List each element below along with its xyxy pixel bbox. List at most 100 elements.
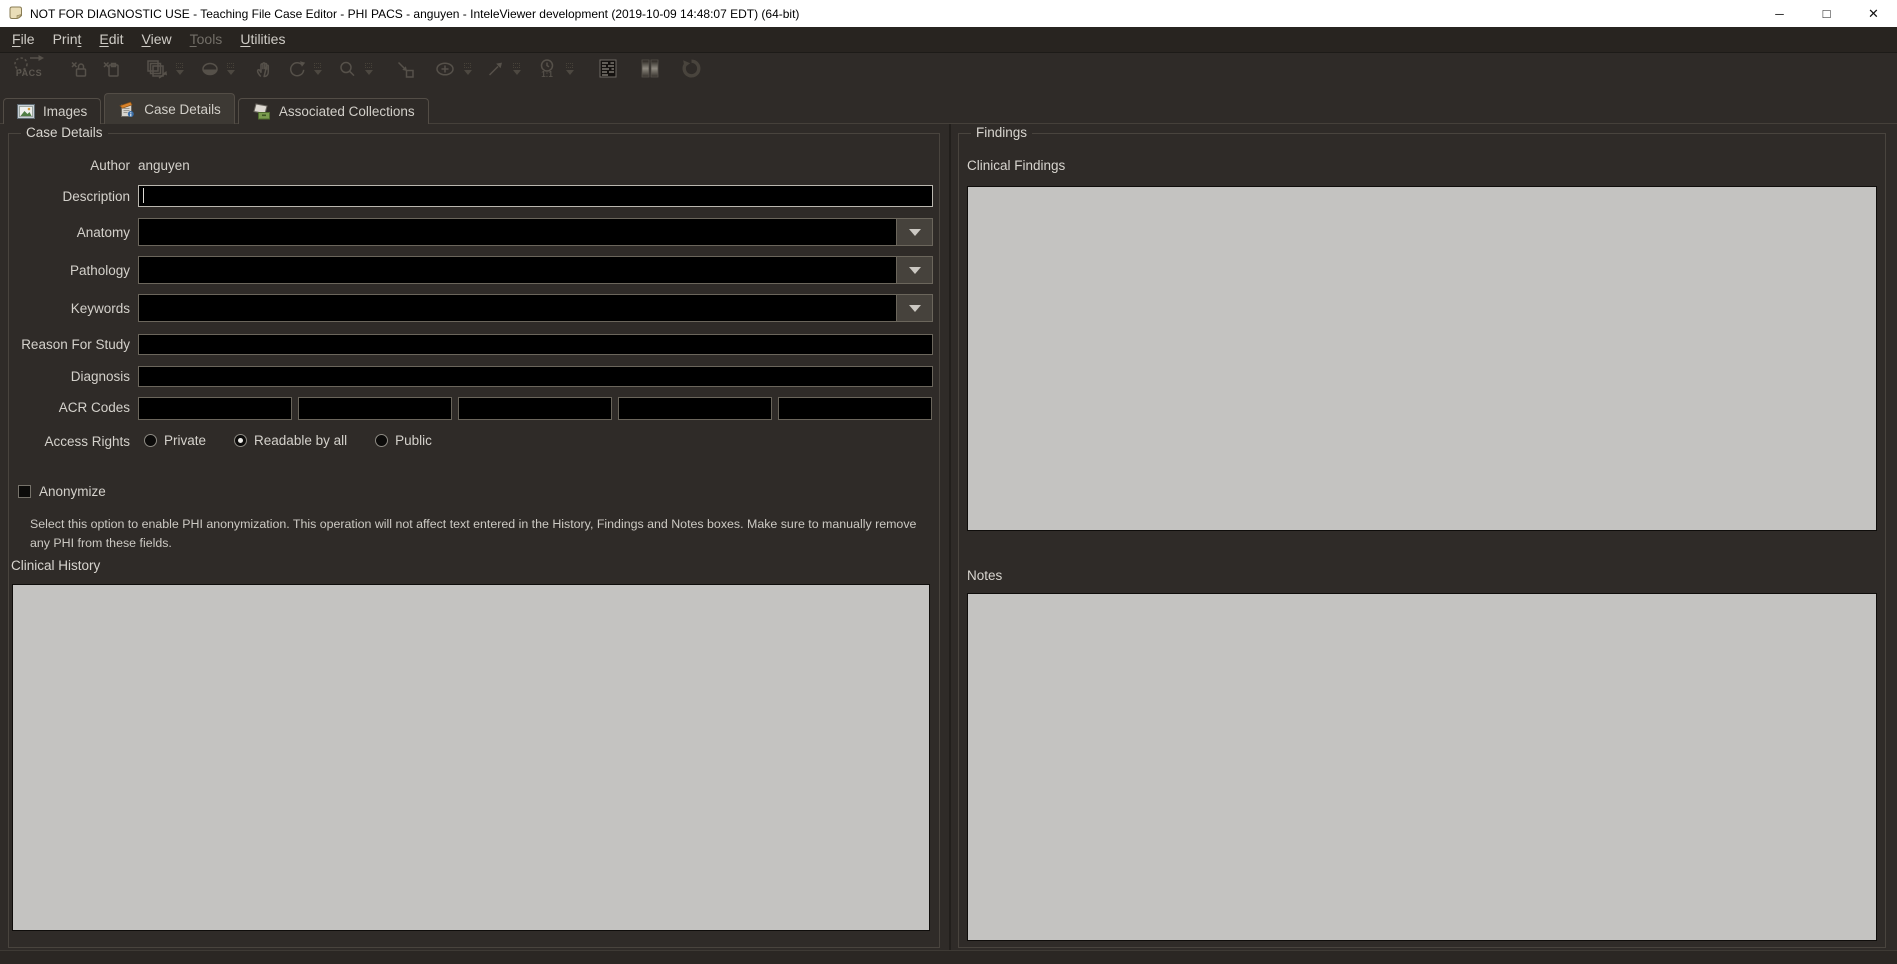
pan-button[interactable] (250, 55, 278, 83)
lock-x-icon (69, 59, 89, 79)
roi-dropdown-button[interactable] (460, 56, 475, 82)
arrow-annotation-icon (485, 59, 505, 79)
notes-textarea[interactable] (967, 593, 1877, 941)
menu-utilities[interactable]: Utilities (231, 29, 294, 50)
case-document-icon (118, 101, 136, 118)
stack-dropdown-button[interactable] (172, 56, 187, 82)
acr-code-input-4[interactable] (618, 397, 772, 420)
magnifier-icon (337, 59, 357, 79)
tab-label: Case Details (144, 102, 221, 117)
radio-icon (144, 434, 157, 447)
one-to-one-dropdown-button[interactable] (562, 56, 577, 82)
radio-icon (375, 434, 388, 447)
diagnosis-input[interactable] (138, 366, 933, 387)
access-rights-label: Access Rights (9, 434, 130, 449)
anatomy-label: Anatomy (9, 225, 130, 240)
menu-edit[interactable]: Edit (90, 29, 132, 50)
anonymize-label: Anonymize (39, 484, 106, 499)
description-field-wrap (138, 185, 933, 207)
zoom-region-button[interactable] (388, 55, 422, 83)
reason-for-study-label: Reason For Study (9, 337, 130, 352)
diagnosis-label: Diagnosis (9, 369, 130, 384)
toolbar: PACS (0, 52, 1897, 84)
keywords-input[interactable] (139, 295, 896, 321)
window-presets-icon (638, 58, 662, 79)
menubar: File Print Edit View Tools Utilities (0, 27, 1897, 52)
tab-associated-collections[interactable]: Associated Collections (238, 98, 429, 124)
case-details-group: Case Details Author anguyen Description … (8, 133, 940, 948)
pan-hand-icon (254, 59, 274, 79)
send-to-pacs-button[interactable]: PACS (6, 53, 52, 85)
chevron-down-icon (909, 305, 921, 312)
arrow-annotation-button[interactable] (481, 55, 509, 83)
clinical-findings-label: Clinical Findings (967, 158, 1065, 173)
rotate-button[interactable] (282, 55, 310, 83)
findings-group: Findings Clinical Findings Notes (958, 133, 1886, 948)
dicom-header-icon (597, 58, 619, 79)
pathology-input[interactable] (139, 257, 896, 283)
diagnosis-field-wrap (138, 366, 933, 387)
magnifier-dropdown-button[interactable] (361, 56, 376, 82)
pathology-dropdown-button[interactable] (896, 257, 932, 283)
clipboard-x-button[interactable] (98, 55, 124, 83)
clipboard-x-icon (101, 59, 121, 79)
dicom-header-button[interactable] (593, 55, 623, 83)
anonymize-option[interactable]: Anonymize (18, 484, 106, 499)
radio-readable-by-all[interactable]: Readable by all (234, 433, 347, 448)
minimize-button[interactable]: ─ (1756, 0, 1803, 27)
menu-view[interactable]: View (133, 29, 181, 50)
anatomy-combobox (138, 218, 933, 246)
pacs-label: PACS (16, 68, 42, 78)
collections-drawer-icon (252, 103, 271, 120)
ellipse-roi-icon (434, 59, 456, 79)
tabbar: Images Case Details Associated Collectio… (0, 84, 1897, 124)
rotate-dropdown-button[interactable] (310, 56, 325, 82)
titlebar: NOT FOR DIAGNOSTIC USE - Teaching File C… (0, 0, 1897, 27)
text-caret (143, 188, 144, 203)
description-input[interactable] (138, 185, 933, 207)
anonymize-note: Select this option to enable PHI anonymi… (30, 515, 925, 553)
lock-x-button[interactable] (66, 55, 92, 83)
tab-label: Associated Collections (279, 104, 415, 119)
acr-code-input-3[interactable] (458, 397, 612, 420)
description-label: Description (9, 189, 130, 204)
menu-file[interactable]: File (3, 29, 44, 50)
window-presets-button[interactable] (635, 55, 665, 83)
tab-case-details[interactable]: Case Details (104, 93, 235, 124)
window-level-button[interactable] (197, 55, 223, 83)
image-stack-button[interactable] (142, 55, 172, 83)
window-controls: ─ □ ✕ (1756, 0, 1897, 27)
anatomy-dropdown-button[interactable] (896, 219, 932, 245)
window-level-dropdown-button[interactable] (223, 56, 238, 82)
ellipse-roi-button[interactable] (430, 55, 460, 83)
clinical-history-textarea[interactable] (12, 584, 930, 931)
annotation-dropdown-button[interactable] (509, 56, 524, 82)
rotate-icon (286, 58, 307, 79)
reset-circular-arrow-icon (681, 58, 702, 79)
reason-for-study-input[interactable] (138, 334, 933, 355)
anatomy-input[interactable] (139, 219, 896, 245)
radio-public[interactable]: Public (375, 433, 432, 448)
clinical-findings-textarea[interactable] (967, 186, 1877, 531)
acr-code-input-1[interactable] (138, 397, 292, 420)
acr-code-input-2[interactable] (298, 397, 452, 420)
reset-button[interactable] (677, 55, 705, 83)
menu-tools[interactable]: Tools (181, 29, 232, 50)
reason-field-wrap (138, 334, 933, 355)
pathology-combobox (138, 256, 933, 284)
window-level-oval-icon (200, 59, 220, 79)
image-thumbnail-icon (17, 104, 35, 119)
tab-images[interactable]: Images (3, 98, 101, 124)
chevron-down-icon (909, 229, 921, 236)
chevron-down-icon (909, 267, 921, 274)
close-button[interactable]: ✕ (1850, 0, 1897, 27)
one-to-one-button[interactable]: 1:1 (532, 54, 562, 84)
magnify-button[interactable] (333, 55, 361, 83)
maximize-button[interactable]: □ (1803, 0, 1850, 27)
keywords-dropdown-button[interactable] (896, 295, 932, 321)
menu-print[interactable]: Print (44, 29, 91, 50)
findings-group-title: Findings (971, 125, 1032, 140)
access-rights-group: Private Readable by all Public (144, 433, 432, 448)
acr-code-input-5[interactable] (778, 397, 932, 420)
radio-private[interactable]: Private (144, 433, 206, 448)
